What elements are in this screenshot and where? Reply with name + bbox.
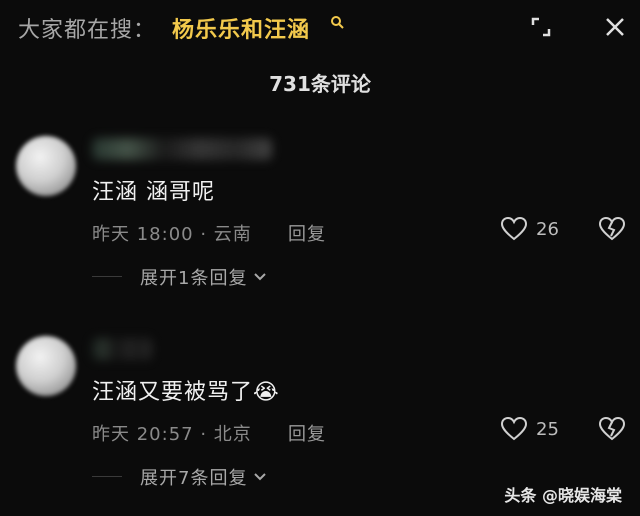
expand-replies-button[interactable]: 展开7条回复 (140, 464, 267, 490)
broken-heart-icon (598, 216, 626, 241)
watermark: 头条 @晓娱海棠 (504, 486, 622, 505)
chevron-down-icon (254, 273, 267, 281)
expand-icon (531, 17, 551, 37)
avatar[interactable] (16, 336, 76, 396)
comment-meta: 昨天 18:00 · 云南 (92, 224, 252, 245)
comments-count-title: 731条评论 (269, 72, 371, 96)
avatar[interactable] (16, 136, 76, 196)
comment-text: 汪涵又要被骂了😭 (92, 380, 280, 405)
chevron-down-icon (254, 473, 267, 481)
like-button[interactable]: 26 (500, 216, 559, 242)
dislike-button[interactable] (598, 416, 626, 446)
heart-icon (500, 216, 528, 241)
expand-fullscreen-button[interactable] (524, 10, 558, 44)
username-blurred[interactable] (92, 338, 152, 360)
search-icon[interactable] (330, 14, 344, 33)
comment-item: 汪涵 涵哥呢 昨天 18:00 · 云南 回复 26 展开1条回复 (0, 128, 640, 298)
reply-button[interactable]: 回复 (288, 420, 326, 446)
like-count: 25 (536, 418, 559, 440)
expand-replies-label: 展开1条回复 (140, 268, 248, 289)
broken-heart-icon (598, 416, 626, 441)
top-bar: 大家都在搜： 杨乐乐和汪涵 (0, 0, 640, 52)
expand-replies-button[interactable]: 展开1条回复 (140, 264, 267, 290)
divider (92, 476, 122, 477)
close-button[interactable] (598, 10, 632, 44)
comment-text: 汪涵 涵哥呢 (92, 180, 215, 205)
expand-replies-label: 展开7条回复 (140, 468, 248, 489)
like-button[interactable]: 25 (500, 416, 559, 442)
comment-meta: 昨天 20:57 · 北京 (92, 424, 252, 445)
comment-item: 汪涵又要被骂了😭 昨天 20:57 · 北京 回复 25 展开7条回复 (0, 328, 640, 498)
username-blurred[interactable] (92, 138, 272, 160)
like-count: 26 (536, 218, 559, 240)
search-prefix: 大家都在搜： (18, 18, 157, 43)
dislike-button[interactable] (598, 216, 626, 246)
search-keyword-link[interactable]: 杨乐乐和汪涵 (172, 12, 310, 44)
divider (92, 276, 122, 277)
heart-icon (500, 416, 528, 441)
close-icon (606, 18, 624, 36)
reply-button[interactable]: 回复 (288, 220, 326, 246)
